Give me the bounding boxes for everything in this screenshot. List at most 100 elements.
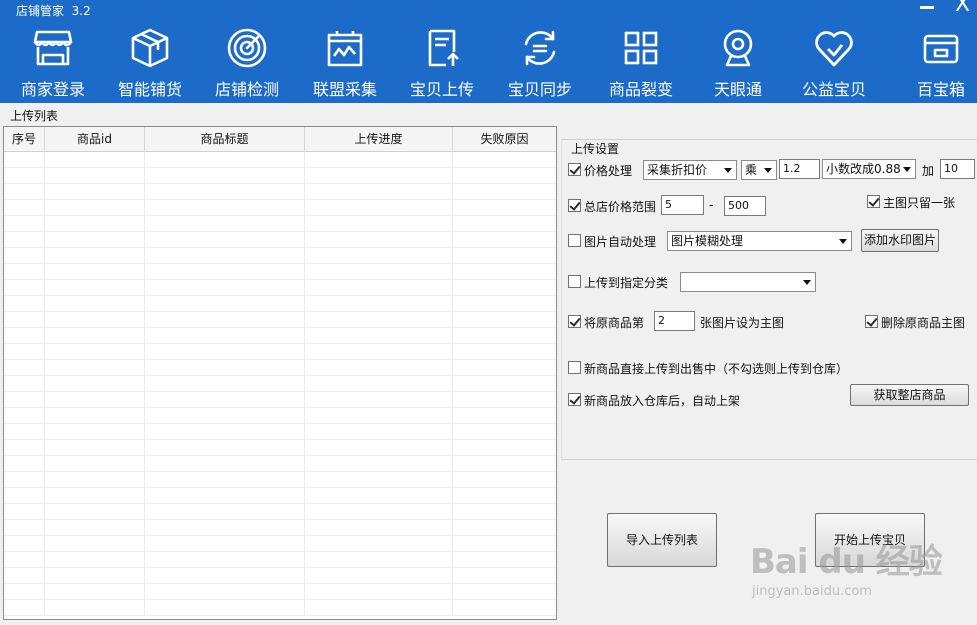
- table-row[interactable]: [4, 552, 556, 568]
- price-max-input[interactable]: 500: [724, 196, 766, 216]
- table-row[interactable]: [4, 472, 556, 488]
- table-row[interactable]: [4, 344, 556, 360]
- decimal-select[interactable]: 小数改成0.88: [822, 159, 916, 179]
- nav-product-fission[interactable]: 商品裂变: [593, 22, 689, 100]
- add-value-input[interactable]: 10: [940, 159, 975, 179]
- price-range-checkbox[interactable]: [568, 199, 581, 212]
- table-row[interactable]: [4, 264, 556, 280]
- table-row[interactable]: [4, 296, 556, 312]
- table-row[interactable]: [4, 568, 556, 584]
- image-mode-value: 图片模糊处理: [671, 234, 744, 248]
- set-main-image-checkbox[interactable]: [568, 315, 581, 328]
- nav-alliance-collect[interactable]: 联盟采集: [297, 22, 393, 100]
- table-row[interactable]: [4, 392, 556, 408]
- table-cell: [45, 504, 145, 519]
- nav-item-sync[interactable]: 宝贝同步: [492, 22, 588, 100]
- chevron-down-icon: [839, 239, 847, 244]
- upload-settings-title: 上传设置: [569, 140, 622, 157]
- image-index-input[interactable]: 2: [654, 311, 695, 331]
- nav-merchant-login[interactable]: 商家登录: [5, 22, 101, 100]
- table-cell: [305, 296, 453, 311]
- delete-main-image-checkbox[interactable]: [865, 315, 878, 328]
- table-row[interactable]: [4, 328, 556, 344]
- category-checkbox[interactable]: [568, 275, 581, 288]
- chart-board-icon: [327, 31, 363, 67]
- table-cell: [453, 200, 556, 215]
- fetch-shop-products-button[interactable]: 获取整店商品: [850, 384, 969, 406]
- chevron-down-icon: [724, 168, 732, 173]
- table-cell: [453, 488, 556, 503]
- table-row[interactable]: [4, 424, 556, 440]
- nav-charity[interactable]: 公益宝贝: [786, 22, 882, 100]
- import-upload-list-button[interactable]: 导入上传列表: [607, 513, 717, 567]
- chevron-down-icon: [903, 167, 911, 172]
- set-main-image-label: 将原商品第: [584, 316, 645, 330]
- table-row[interactable]: [4, 168, 556, 184]
- nav-sky-eye[interactable]: 天眼通: [690, 22, 786, 100]
- col-product-title[interactable]: 商品标题: [145, 127, 305, 151]
- table-row[interactable]: [4, 360, 556, 376]
- nav-toolbox[interactable]: 百宝箱: [893, 22, 977, 100]
- price-mode-select[interactable]: 采集折扣价: [643, 160, 737, 180]
- table-cell: [453, 232, 556, 247]
- table-row[interactable]: [4, 520, 556, 536]
- table-row[interactable]: [4, 584, 556, 600]
- close-icon[interactable]: X: [955, 0, 970, 16]
- table-body: [4, 152, 556, 619]
- table-cell: [145, 344, 305, 359]
- table-cell: [453, 328, 556, 343]
- nav-smart-listing[interactable]: 智能铺货: [102, 22, 198, 100]
- table-row[interactable]: [4, 600, 556, 616]
- col-fail-reason[interactable]: 失败原因: [453, 127, 556, 151]
- image-mode-select[interactable]: 图片模糊处理: [667, 231, 852, 251]
- table-cell: [305, 456, 453, 471]
- table-row[interactable]: [4, 184, 556, 200]
- table-row[interactable]: [4, 152, 556, 168]
- main-image-only-checkbox[interactable]: [867, 195, 880, 208]
- sync-icon: [524, 30, 556, 66]
- table-row[interactable]: [4, 488, 556, 504]
- table-row[interactable]: [4, 504, 556, 520]
- col-product-id[interactable]: 商品id: [45, 127, 145, 151]
- minimize-button[interactable]: [918, 0, 936, 16]
- table-row[interactable]: [4, 232, 556, 248]
- operator-select[interactable]: 乘: [741, 160, 777, 180]
- table-row[interactable]: [4, 456, 556, 472]
- nav-label: 公益宝贝: [801, 80, 866, 99]
- price-checkbox[interactable]: [568, 163, 581, 176]
- delete-main-image-label: 删除原商品主图: [881, 316, 966, 330]
- price-factor-input[interactable]: 1.2: [779, 159, 820, 179]
- table-cell: [453, 216, 556, 231]
- table-cell: [453, 424, 556, 439]
- table-row[interactable]: [4, 280, 556, 296]
- watermark-url: jingyan.baidu.com: [752, 584, 872, 599]
- table-row[interactable]: [4, 440, 556, 456]
- table-row[interactable]: [4, 376, 556, 392]
- table-cell: [145, 536, 305, 551]
- table-cell: [305, 552, 453, 567]
- upload-list-group: 上传列表 序号 商品id 商品标题 上传进度 失败原因: [0, 106, 560, 620]
- category-select[interactable]: [680, 272, 816, 292]
- nav-item-upload[interactable]: 宝贝上传: [394, 22, 490, 100]
- col-upload-progress[interactable]: 上传进度: [305, 127, 453, 151]
- table-row[interactable]: [4, 312, 556, 328]
- image-auto-checkbox[interactable]: [568, 234, 581, 247]
- table-row[interactable]: [4, 248, 556, 264]
- price-min-input[interactable]: 5: [661, 195, 704, 215]
- add-watermark-button[interactable]: 添加水印图片: [861, 229, 939, 252]
- upload-table[interactable]: 序号 商品id 商品标题 上传进度 失败原因: [3, 126, 557, 620]
- table-cell: [453, 248, 556, 263]
- table-cell: [305, 520, 453, 535]
- col-index[interactable]: 序号: [4, 127, 45, 151]
- auto-shelf-checkbox[interactable]: [568, 393, 581, 406]
- table-row[interactable]: [4, 536, 556, 552]
- table-row[interactable]: [4, 200, 556, 216]
- direct-sale-checkbox[interactable]: [568, 361, 581, 374]
- table-row[interactable]: [4, 408, 556, 424]
- range-dash: -: [709, 198, 714, 212]
- table-cell: [453, 312, 556, 327]
- nav-shop-check[interactable]: 店铺检测: [199, 22, 295, 100]
- table-cell: [305, 424, 453, 439]
- table-row[interactable]: [4, 216, 556, 232]
- table-cell: [45, 200, 145, 215]
